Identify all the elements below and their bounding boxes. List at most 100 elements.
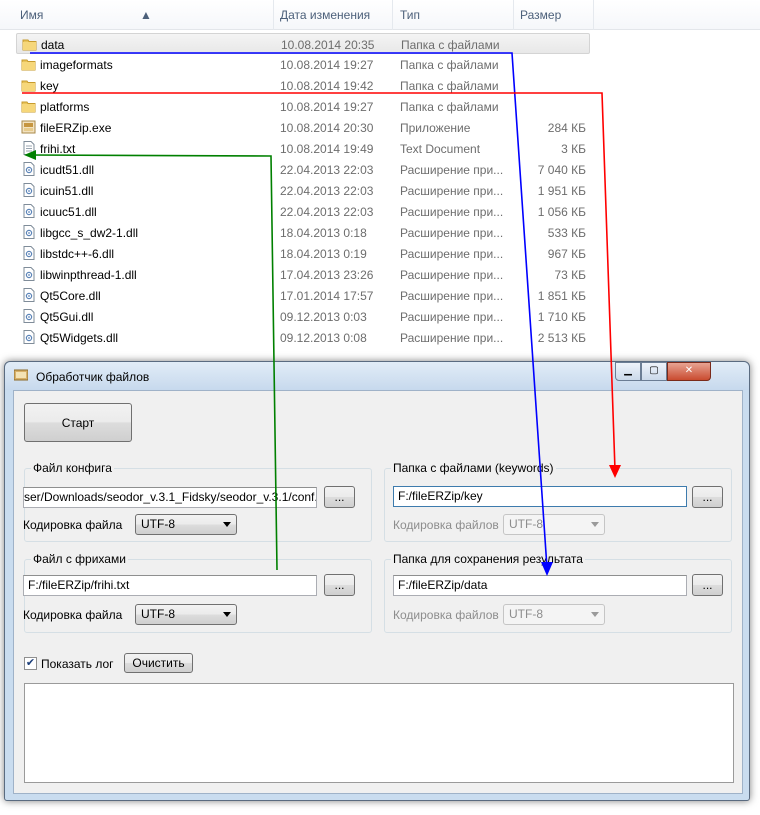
file-size: 3 КБ	[561, 142, 586, 156]
file-date: 18.04.2013 0:19	[280, 247, 367, 261]
file-type: Расширение при...	[400, 310, 504, 324]
keywords-path-input[interactable]: F:/fileERZip/key	[393, 486, 687, 507]
file-processor-window: Обработчик файлов ▁ ▢ ✕ Старт Файл конфи…	[4, 361, 750, 801]
keywords-folder-group-title: Папка с файлами (keywords)	[391, 461, 556, 475]
window-title: Обработчик файлов	[36, 370, 150, 384]
file-date: 10.08.2014 19:27	[280, 100, 374, 114]
file-row[interactable]: fileERZip.exe 10.08.2014 20:30 Приложение 2…	[16, 117, 590, 138]
file-name: Qt5Widgets.dll	[40, 331, 119, 345]
show-log-checkbox[interactable]: ✔	[24, 657, 37, 670]
keywords-browse-button[interactable]: ...	[692, 486, 723, 508]
file-size: 533 КБ	[547, 226, 586, 240]
file-row[interactable]: Qt5Widgets.dll 09.12.2013 0:08 Расширение …	[16, 327, 590, 348]
keywords-encoding-label: Кодировка файлов	[393, 518, 499, 532]
result-folder-group: Папка для сохранения результата F:/fileE…	[384, 552, 732, 633]
title-bar[interactable]: Обработчик файлов ▁ ▢ ✕	[5, 362, 749, 390]
file-row[interactable]: imageformats 10.08.2014 19:27 Папка с файл…	[16, 54, 590, 75]
minimize-button[interactable]: ▁	[615, 362, 641, 381]
clear-log-button[interactable]: Очистить	[124, 653, 193, 673]
file-type: Расширение при...	[400, 163, 504, 177]
frihi-path-input[interactable]: F:/fileERZip/frihi.txt	[23, 575, 317, 596]
result-path-input[interactable]: F:/fileERZip/data	[393, 575, 687, 596]
file-name: Qt5Core.dll	[40, 289, 101, 303]
config-browse-button[interactable]: ...	[324, 486, 355, 508]
file-type: Папка с файлами	[400, 100, 499, 114]
file-date: 09.12.2013 0:03	[280, 310, 367, 324]
file-size: 1 951 КБ	[537, 184, 586, 198]
file-date: 17.01.2014 17:57	[280, 289, 374, 303]
file-row[interactable]: platforms 10.08.2014 19:27 Папка с файлами	[16, 96, 590, 117]
file-size: 284 КБ	[547, 121, 586, 135]
file-date: 18.04.2013 0:18	[280, 226, 367, 240]
result-encoding-select: UTF-8	[503, 604, 605, 625]
file-type: Приложение	[400, 121, 471, 135]
frihi-browse-button[interactable]: ...	[324, 574, 355, 596]
file-size: 1 056 КБ	[537, 205, 586, 219]
log-textarea[interactable]	[24, 683, 734, 783]
file-name: libstdc++-6.dll	[40, 247, 115, 261]
file-row[interactable]: Qt5Core.dll 17.01.2014 17:57 Расширение пр…	[16, 285, 590, 306]
file-row[interactable]: libgcc_s_dw2-1.dll 18.04.2013 0:18 Расшире…	[16, 222, 590, 243]
start-button[interactable]: Старт	[24, 403, 132, 442]
keywords-encoding-value: UTF-8	[509, 517, 543, 531]
dialog-client-area: Старт Файл конфига ser/Downloads/seodor_…	[13, 390, 743, 794]
window-controls: ▁ ▢ ✕	[615, 362, 745, 382]
column-header-date[interactable]: Дата изменения	[280, 8, 370, 22]
maximize-button[interactable]: ▢	[641, 362, 667, 381]
file-name: Qt5Gui.dll	[40, 310, 94, 324]
chevron-down-icon	[591, 522, 599, 527]
result-encoding-value: UTF-8	[509, 607, 543, 621]
file-row[interactable]: libwinpthread-1.dll 17.04.2013 23:26 Расши…	[16, 264, 590, 285]
file-date: 22.04.2013 22:03	[280, 184, 374, 198]
show-log-label[interactable]: Показать лог	[41, 657, 114, 671]
column-header-type[interactable]: Тип	[400, 8, 420, 22]
frihi-encoding-select[interactable]: UTF-8	[135, 604, 237, 625]
file-row[interactable]: libstdc++-6.dll 18.04.2013 0:19 Расширение…	[16, 243, 590, 264]
file-row[interactable]: icuuc51.dll 22.04.2013 22:03 Расширение пр…	[16, 201, 590, 222]
config-path-input[interactable]: ser/Downloads/seodor_v.3.1_Fidsky/seodor…	[23, 487, 317, 508]
file-size: 967 КБ	[547, 247, 586, 261]
file-name: libgcc_s_dw2-1.dll	[40, 226, 139, 240]
config-file-group-title: Файл конфига	[31, 461, 114, 475]
frihi-encoding-value: UTF-8	[141, 607, 175, 621]
file-date: 22.04.2013 22:03	[280, 205, 374, 219]
result-folder-group-title: Папка для сохранения результата	[391, 552, 585, 566]
file-row[interactable]: key 10.08.2014 19:42 Папка с файлами	[16, 75, 590, 96]
file-name: icudt51.dll	[40, 163, 95, 177]
column-header-size[interactable]: Размер	[520, 8, 561, 22]
config-encoding-value: UTF-8	[141, 517, 175, 531]
file-size: 2 513 КБ	[537, 331, 586, 345]
sort-ascending-icon: ▲	[140, 8, 152, 22]
file-name: imageformats	[40, 58, 113, 72]
file-type: Расширение при...	[400, 205, 504, 219]
config-file-group: Файл конфига ser/Downloads/seodor_v.3.1_…	[23, 461, 372, 542]
result-browse-button[interactable]: ...	[692, 574, 723, 596]
file-date: 10.08.2014 19:27	[280, 58, 374, 72]
column-header-name[interactable]: Имя	[20, 8, 43, 22]
file-date: 22.04.2013 22:03	[280, 163, 374, 177]
file-type: Расширение при...	[400, 226, 504, 240]
column-header-bar: Имя ▲ Дата изменения Тип Размер	[0, 0, 760, 30]
app-icon	[14, 369, 28, 381]
config-encoding-select[interactable]: UTF-8	[135, 514, 237, 535]
file-row[interactable]: Qt5Gui.dll 09.12.2013 0:03 Расширение при.…	[16, 306, 590, 327]
file-row[interactable]: icudt51.dll 22.04.2013 22:03 Расширение пр…	[16, 159, 590, 180]
file-type: Расширение при...	[400, 331, 504, 345]
chevron-down-icon	[223, 612, 231, 617]
file-type: Расширение при...	[400, 268, 504, 282]
file-name: key	[40, 79, 59, 93]
file-type: Расширение при...	[400, 247, 504, 261]
frihi-encoding-label: Кодировка файла	[23, 608, 123, 622]
close-button[interactable]: ✕	[667, 362, 711, 381]
file-size: 1 710 КБ	[537, 310, 586, 324]
file-name: frihi.txt	[40, 142, 76, 156]
file-row[interactable]: frihi.txt 10.08.2014 19:49 Text Document 3 …	[16, 138, 590, 159]
keywords-folder-group: Папка с файлами (keywords) F:/fileERZip/…	[384, 461, 732, 542]
file-explorer: Имя ▲ Дата изменения Тип Размер data 10.0…	[0, 0, 760, 360]
file-name: platforms	[40, 100, 90, 114]
file-date: 09.12.2013 0:08	[280, 331, 367, 345]
config-encoding-label: Кодировка файла	[23, 518, 123, 532]
chevron-down-icon	[591, 612, 599, 617]
file-row[interactable]: data 10.08.2014 20:35 Папка с файлами	[16, 33, 590, 54]
file-row[interactable]: icuin51.dll 22.04.2013 22:03 Расширение пр…	[16, 180, 590, 201]
